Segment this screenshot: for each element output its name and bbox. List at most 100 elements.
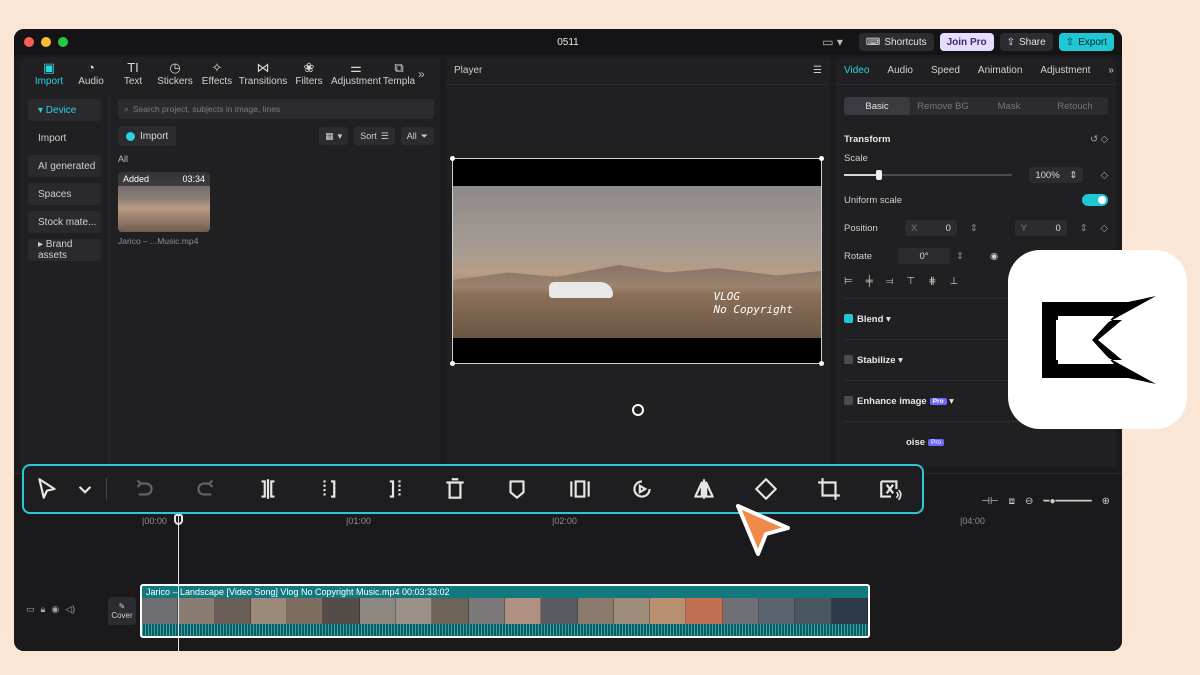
tab-adjustment[interactable]: ⚌ Adjustment <box>330 61 382 87</box>
align-center-h-icon[interactable]: ╪ <box>866 276 873 287</box>
tab-label: Text <box>123 76 143 87</box>
reverse-button[interactable] <box>611 466 673 512</box>
media-thumbnail[interactable]: Added 03:34 <box>118 172 210 232</box>
zoom-window-button[interactable] <box>58 37 68 47</box>
eye-icon[interactable]: ◉ <box>51 604 59 615</box>
position-y-field[interactable]: Y 0 <box>1014 220 1067 236</box>
subtab-mask[interactable]: Mask <box>976 97 1042 115</box>
keyframe-icon[interactable]: ◇ <box>1101 223 1108 234</box>
close-window-button[interactable] <box>24 37 34 47</box>
timeline-clip[interactable]: Jarico – Landscape [Video Song] Vlog No … <box>140 584 870 638</box>
subtab-remove-bg[interactable]: Remove BG <box>910 97 976 115</box>
rotate-handle-icon[interactable] <box>632 404 644 416</box>
delete-left-button[interactable] <box>299 466 361 512</box>
tab-stickers[interactable]: ◷ Stickers <box>154 61 196 87</box>
shortcuts-button[interactable]: ⌨ Shortcuts <box>858 33 934 51</box>
search-input[interactable]: ⌕ Search project, subjects in image, lin… <box>118 99 434 119</box>
export-button[interactable]: ⇧ Export <box>1058 33 1114 51</box>
blend-checkbox[interactable]: Blend ▾ <box>844 313 891 325</box>
sidebar-item-import[interactable]: Import <box>28 127 101 149</box>
more-tabs-icon[interactable]: » <box>1108 65 1114 76</box>
align-center-v-icon[interactable]: ⋕ <box>928 276 936 287</box>
tab-templates[interactable]: ⧉ Templa <box>382 61 416 87</box>
align-left-icon[interactable]: ⊨ <box>844 276 853 287</box>
enhance-checkbox[interactable]: Enhance image Pro ▾ <box>844 395 954 407</box>
delete-button[interactable] <box>424 466 486 512</box>
zoom-out-icon[interactable]: ⊖ <box>1025 496 1033 507</box>
speaker-icon[interactable]: ◁) <box>65 604 75 615</box>
tab-effects[interactable]: ✧ Effects <box>196 61 238 87</box>
tab-transitions[interactable]: ⋈ Transitions <box>238 61 288 87</box>
redo-button[interactable] <box>175 466 237 512</box>
resize-handle[interactable] <box>450 156 455 161</box>
minimize-window-button[interactable] <box>41 37 51 47</box>
scale-field[interactable]: 100% ⇕ <box>1029 167 1084 183</box>
crop-button[interactable] <box>797 466 859 512</box>
share-button[interactable]: ⇪ Share <box>999 33 1053 51</box>
sidebar-item-brand-assets[interactable]: ▸ Brand assets <box>28 239 101 261</box>
tab-speed[interactable]: Speed <box>931 65 960 76</box>
tab-animation[interactable]: Animation <box>978 65 1022 76</box>
stepper-icon[interactable]: ⇕ <box>1080 223 1088 234</box>
tab-text[interactable]: TI Text <box>112 61 154 87</box>
snap-icon[interactable]: ⊣⊢ <box>981 496 998 507</box>
sidebar-item-ai-generated[interactable]: AI generated <box>28 155 101 177</box>
divider <box>105 478 107 500</box>
view-toggle[interactable]: ▦ ▾ <box>319 127 349 145</box>
mirror-button[interactable] <box>673 466 735 512</box>
select-tool-button[interactable] <box>24 466 70 512</box>
sidebar-item-stock[interactable]: Stock mate... <box>28 211 101 233</box>
subtab-retouch[interactable]: Retouch <box>1042 97 1108 115</box>
join-pro-button[interactable]: Join Pro <box>939 33 994 51</box>
align-bottom-icon[interactable]: ⊥ <box>949 276 958 287</box>
stepper-icon[interactable]: ⇕ <box>970 223 978 234</box>
tab-import[interactable]: ▣ Import <box>28 61 70 87</box>
tab-video[interactable]: Video <box>844 65 869 76</box>
video-canvas[interactable]: VLOG No Copyright <box>450 156 824 366</box>
sort-button[interactable]: Sort ☰ <box>354 127 395 145</box>
resize-handle[interactable] <box>819 156 824 161</box>
tab-adjustment[interactable]: Adjustment <box>1040 65 1090 76</box>
resize-handle[interactable] <box>819 361 824 366</box>
uniform-scale-toggle[interactable] <box>1082 194 1108 206</box>
freeze-button[interactable] <box>548 466 610 512</box>
import-button[interactable]: Import <box>118 126 177 146</box>
keyframe-icon[interactable]: ◇ <box>1101 170 1108 181</box>
resize-handle[interactable] <box>450 361 455 366</box>
scale-slider[interactable] <box>844 170 1012 180</box>
marker-button[interactable] <box>486 466 548 512</box>
playhead-handle[interactable] <box>174 514 183 525</box>
more-tabs-icon[interactable]: » <box>418 67 425 81</box>
playhead[interactable] <box>178 514 179 651</box>
preview-icon[interactable]: ⧈ <box>1009 496 1015 507</box>
select-dropdown-button[interactable] <box>70 466 100 512</box>
tab-filters[interactable]: ❀ Filters <box>288 61 330 87</box>
delete-right-button[interactable] <box>362 466 424 512</box>
align-top-icon[interactable]: ⊤ <box>906 276 915 287</box>
position-x-field[interactable]: X 0 <box>904 220 957 236</box>
tab-audio[interactable]: Audio <box>887 65 913 76</box>
track-preview-icon[interactable]: ▭ <box>26 604 35 615</box>
layout-icon[interactable]: ▭ ▾ <box>822 35 843 49</box>
sidebar-item-device[interactable]: ▾ Device <box>28 99 101 121</box>
stepper-icon[interactable]: ⇕ <box>956 251 964 262</box>
tab-audio[interactable]: ◔ Audio <box>70 61 112 87</box>
player-title: Player <box>454 65 483 76</box>
zoom-slider[interactable]: ━●━━━━━━ <box>1043 496 1091 507</box>
remove-bg-button[interactable] <box>860 466 922 512</box>
zoom-in-icon[interactable]: ⊕ <box>1102 496 1110 507</box>
stabilize-checkbox[interactable]: Stabilize ▾ <box>844 354 903 366</box>
lock-icon[interactable]: 🔒︎ <box>41 604 46 615</box>
split-button[interactable] <box>237 466 299 512</box>
menu-icon[interactable]: ☰ <box>813 65 822 76</box>
rotate-dial-icon[interactable]: ◉ <box>990 251 998 262</box>
reset-icon[interactable]: ↺ ◇ <box>1090 134 1108 145</box>
sidebar-item-spaces[interactable]: Spaces <box>28 183 101 205</box>
filter-button[interactable]: All ⏷ <box>400 127 434 145</box>
align-right-icon[interactable]: ⫤ <box>886 276 894 287</box>
cover-button[interactable]: ✎ Cover <box>108 597 136 625</box>
rotate-field[interactable]: 0° <box>898 248 950 264</box>
subtab-basic[interactable]: Basic <box>844 97 910 115</box>
scale-knob[interactable] <box>876 170 882 180</box>
undo-button[interactable] <box>113 466 175 512</box>
